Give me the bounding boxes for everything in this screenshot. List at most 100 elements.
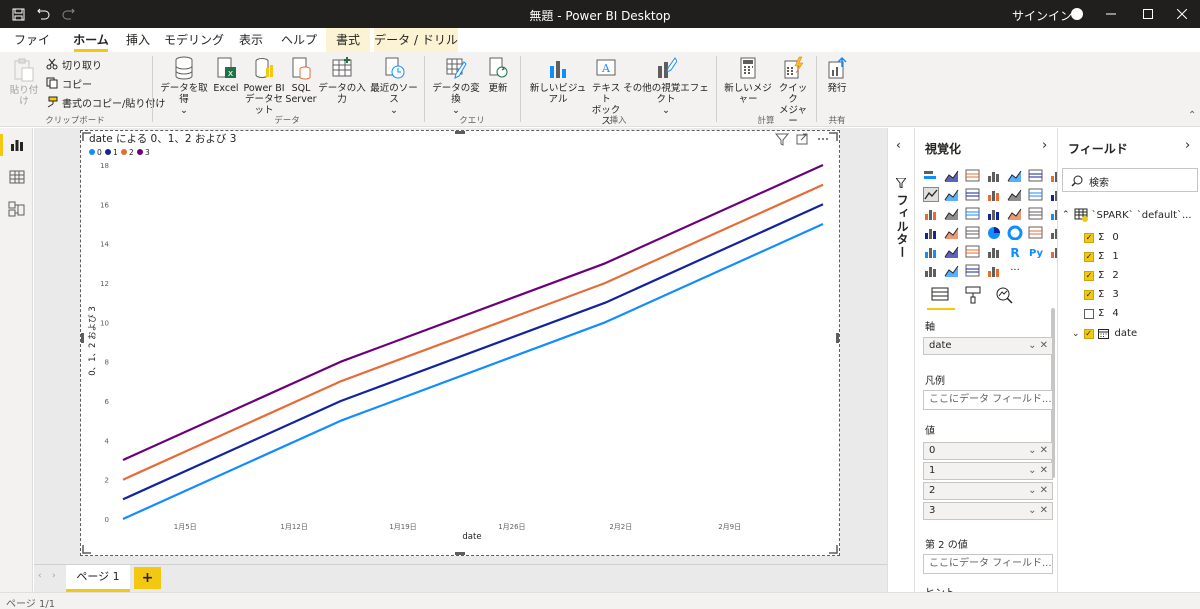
remove-field-icon[interactable]: ⌄ ✕: [1028, 483, 1048, 499]
visual-type-icon[interactable]: [965, 206, 981, 221]
visual-type-icon[interactable]: [1007, 168, 1023, 183]
visual-type-icon[interactable]: [923, 168, 939, 183]
visual-type-icon[interactable]: [1028, 168, 1044, 183]
axis-well-field[interactable]: date ⌄ ✕: [923, 337, 1053, 355]
field-item[interactable]: ✓ Σ 1: [1084, 251, 1119, 262]
remove-field-icon[interactable]: ⌄ ✕: [1028, 443, 1048, 459]
fields-search-box[interactable]: 検索: [1062, 168, 1198, 192]
prev-page-icon[interactable]: ‹: [38, 571, 42, 581]
resize-handles[interactable]: [82, 132, 838, 554]
visual-type-icon[interactable]: [923, 244, 939, 259]
resize-handle-top[interactable]: [455, 131, 465, 134]
values-well-field[interactable]: 3 ⌄ ✕: [923, 502, 1053, 520]
resize-handle-right[interactable]: [836, 333, 839, 343]
report-view-icon[interactable]: [0, 134, 26, 156]
more-visuals-button[interactable]: その他の視覚エフェクト ⌄: [622, 56, 710, 116]
line-chart-visual[interactable]: date による 0、1、2 および 3 0123 0 2 4 6 8 10 12 14 16 1…: [80, 130, 840, 556]
recent-sources-button[interactable]: 最近のソース ⌄: [368, 56, 420, 116]
remove-field-icon[interactable]: ⌄ ✕: [1028, 463, 1048, 479]
tab-file[interactable]: ファイル: [10, 28, 54, 71]
visual-type-icon[interactable]: [986, 263, 1002, 278]
visual-type-icon[interactable]: [923, 206, 939, 221]
visual-type-icon[interactable]: [923, 263, 939, 278]
visual-type-icon[interactable]: [1007, 206, 1023, 221]
new-visual-button[interactable]: 新しいビジュアル: [526, 56, 590, 105]
visual-type-icon[interactable]: [944, 168, 960, 183]
visual-type-icon[interactable]: ···: [1007, 263, 1023, 278]
format-tab-icon[interactable]: [965, 286, 981, 304]
visual-type-icon[interactable]: [965, 187, 981, 202]
secondary-values-drop[interactable]: ここにデータ フィールド...: [923, 554, 1053, 574]
tab-insert[interactable]: 挿入: [120, 28, 156, 52]
visual-type-icon[interactable]: [1028, 206, 1044, 221]
search-input[interactable]: 検索: [1089, 174, 1109, 189]
data-view-icon[interactable]: [8, 168, 26, 186]
visual-type-icon[interactable]: [965, 263, 981, 278]
visual-type-icon[interactable]: [986, 187, 1002, 202]
enter-data-button[interactable]: データの入力: [316, 56, 368, 105]
new-measure-button[interactable]: 新しいメジャー: [720, 56, 776, 105]
visual-type-icon[interactable]: [986, 206, 1002, 221]
copy-button[interactable]: コピー: [46, 75, 92, 91]
field-item[interactable]: Σ4: [1084, 308, 1119, 319]
legend-well-drop[interactable]: ここにデータ フィールド...: [923, 390, 1053, 410]
field-checkbox[interactable]: [1084, 308, 1094, 319]
field-checkbox[interactable]: ✓: [1084, 289, 1094, 300]
visual-type-icon[interactable]: [923, 225, 939, 240]
close-icon[interactable]: [1168, 4, 1196, 24]
visual-type-icon[interactable]: [965, 168, 981, 183]
publish-button[interactable]: 発行: [822, 56, 852, 94]
values-well-field[interactable]: 1 ⌄ ✕: [923, 462, 1053, 480]
visual-type-icon[interactable]: [986, 168, 1002, 183]
visual-type-icon[interactable]: [944, 187, 960, 202]
field-item[interactable]: ✓ Σ 0: [1084, 232, 1119, 243]
chevron-down-icon[interactable]: ⌃: [1062, 210, 1070, 220]
tab-data-drill[interactable]: データ / ドリル: [374, 28, 458, 52]
field-checkbox[interactable]: ✓: [1084, 232, 1094, 243]
resize-handle-bottom[interactable]: [455, 552, 465, 555]
tab-modeling[interactable]: モデリング: [164, 28, 224, 52]
remove-field-icon[interactable]: ⌄ ✕: [1028, 338, 1048, 354]
avatar[interactable]: [1071, 8, 1083, 20]
tab-format[interactable]: 書式: [326, 28, 370, 52]
visual-type-icon[interactable]: [986, 225, 1002, 240]
visual-type-icon[interactable]: [1007, 187, 1023, 202]
remove-field-icon[interactable]: ⌄ ✕: [1028, 503, 1048, 519]
collapse-fields-icon[interactable]: ›: [1185, 138, 1190, 153]
analytics-tab-icon[interactable]: [995, 286, 1013, 304]
fields-tab-icon[interactable]: [931, 287, 949, 303]
signin-button[interactable]: サインイン: [1012, 7, 1072, 24]
collapse-viz-icon[interactable]: ›: [1042, 138, 1047, 153]
next-page-icon[interactable]: ›: [52, 571, 56, 581]
table-node[interactable]: ⌃ `SPARK` `default`...: [1062, 208, 1192, 222]
visual-type-icon[interactable]: [1007, 225, 1023, 241]
visual-type-icon[interactable]: [1028, 187, 1044, 202]
page-tab-1[interactable]: ページ 1: [66, 565, 130, 592]
transform-data-button[interactable]: データの変換 ⌄: [430, 56, 482, 116]
visual-type-icon[interactable]: [1028, 225, 1044, 240]
visual-type-icon[interactable]: [986, 244, 1002, 259]
maximize-icon[interactable]: [1134, 4, 1162, 24]
model-view-icon[interactable]: [8, 200, 26, 218]
add-page-button[interactable]: +: [134, 567, 161, 589]
field-item[interactable]: ✓ Σ 3: [1084, 289, 1119, 300]
tab-view[interactable]: 表示: [232, 28, 270, 52]
expand-filters-icon[interactable]: ‹: [896, 138, 901, 152]
visual-type-icon[interactable]: [944, 263, 960, 278]
sql-server-button[interactable]: SQL Server: [285, 56, 317, 105]
collapse-ribbon-icon[interactable]: ⌃: [1188, 110, 1196, 121]
visual-type-icon[interactable]: [965, 225, 981, 240]
visual-type-icon[interactable]: R: [1007, 244, 1023, 260]
excel-button[interactable]: x Excel: [212, 56, 240, 94]
field-checkbox[interactable]: ✓: [1084, 251, 1094, 262]
visual-type-icon[interactable]: Py: [1028, 244, 1044, 259]
tab-help[interactable]: ヘルプ: [278, 28, 320, 52]
field-checkbox[interactable]: ✓: [1084, 270, 1094, 281]
date-field-node[interactable]: ⌄ ✓ date: [1072, 328, 1137, 339]
refresh-button[interactable]: 更新: [484, 56, 512, 94]
powerbi-dataset-button[interactable]: Power BI データセット: [243, 56, 285, 116]
paste-button[interactable]: 貼り付け: [6, 58, 42, 107]
visual-type-icon[interactable]: [923, 187, 939, 202]
resize-handle-left[interactable]: [81, 333, 84, 343]
cut-button[interactable]: 切り取り: [46, 56, 102, 72]
